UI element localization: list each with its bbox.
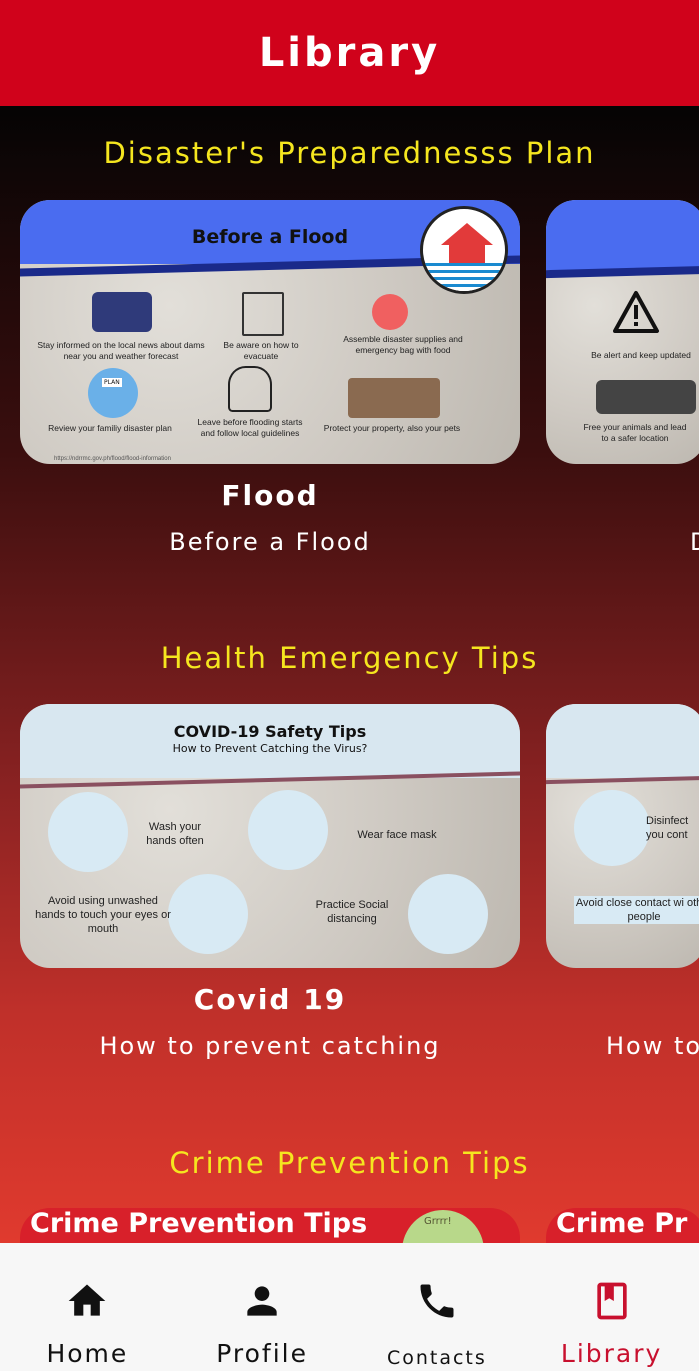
covid-image-heading: COVID-19 Safety Tips (173, 722, 367, 741)
tip-review-plan: Review your familiy disaster plan (48, 423, 172, 433)
crime-image-heading-2: Crime Pr (556, 1208, 688, 1239)
bottom-nav: Home Profile Contacts Library (0, 1243, 699, 1371)
tip-unwashed-hands: Avoid using unwashed hands to touch your… (35, 895, 171, 935)
card-subtitle-covid: How to prevent catching (99, 1032, 441, 1060)
crime-card-image[interactable]: Crime Prevention Tips Grrrr! (20, 1208, 520, 1243)
nav-label-contacts: Contacts (386, 1347, 487, 1369)
flood-card-2-image[interactable]: Be alert and keep updated Free your anim… (546, 200, 699, 464)
news-illustration-icon (92, 292, 152, 332)
face-mask-icon (248, 790, 328, 870)
card-2-header-band (546, 200, 699, 270)
covid-card-2-image[interactable]: Disinfect you cont Avoid close contact w… (546, 704, 699, 968)
disinfect-spray-icon (574, 790, 650, 866)
page-title: Library (258, 30, 441, 76)
nav-label-home: Home (46, 1339, 129, 1368)
tip-be-alert: Be alert and keep updated (591, 350, 691, 360)
tip-supplies: Assemble disaster supplies and emergency… (343, 334, 463, 355)
nav-item-home[interactable]: Home (0, 1243, 175, 1371)
tip-social-distancing: Practice Social distancing (315, 899, 389, 925)
tip-close-contact: Avoid close contact wi other people (574, 896, 699, 924)
home-icon (69, 1284, 106, 1316)
crime-card-2-image[interactable]: Crime Pr (546, 1208, 699, 1243)
flood-house-icon (420, 206, 508, 294)
nav-label-profile: Profile (216, 1339, 308, 1368)
warning-icon (613, 291, 659, 333)
supplies-parachute-icon (372, 294, 408, 330)
bookmark-book-icon (596, 1282, 627, 1320)
running-person-icon (228, 366, 272, 412)
card-2-covid-band (546, 704, 699, 778)
tip-face-mask: Wear face mask (357, 829, 437, 841)
card-subtitle-partial: D (690, 528, 699, 556)
card-subtitle-covid-partial: How to (606, 1032, 699, 1060)
card-title-covid: Covid 19 (193, 983, 347, 1016)
flood-card-image[interactable]: Before a Flood PLAN Stay informed on the… (20, 200, 520, 464)
house-property-icon (348, 378, 440, 418)
dog-badge-icon: Grrrr! (402, 1210, 484, 1243)
nav-item-contacts[interactable]: Contacts (350, 1243, 525, 1371)
library-content[interactable]: Disaster's Preparednesss Plan Before a F… (0, 106, 699, 1243)
boat-rescue-icon (596, 380, 696, 414)
section-title-disaster: Disaster's Preparednesss Plan (103, 136, 596, 170)
phone-icon (420, 1284, 454, 1318)
nav-label-library: Library (560, 1339, 663, 1368)
covid-card-image[interactable]: COVID-19 Safety Tips How to Prevent Catc… (20, 704, 520, 968)
tip-disinfect: Disinfect you cont (646, 815, 689, 841)
nav-item-library[interactable]: Library (524, 1243, 699, 1371)
handwash-icon (48, 792, 128, 872)
person-icon (247, 1286, 277, 1316)
image-source: https://ndrrmc.gov.ph/flood/flood-inform… (54, 456, 171, 462)
card-title-flood: Flood (221, 479, 319, 512)
disaster-plan-icon: PLAN (88, 368, 138, 418)
tip-evacuate: Be aware on how to evacuate (223, 340, 299, 361)
social-distance-icon (408, 874, 488, 954)
tip-leave-early: Leave before flooding starts and follow … (197, 417, 303, 438)
card-subtitle-flood: Before a Flood (169, 528, 371, 556)
tip-protect-property: Protect your property, also your pets (323, 423, 461, 433)
badge-text: Grrrr! (424, 1216, 452, 1227)
tip-wash-hands: Wash your hands often (146, 821, 204, 847)
plan-label: PLAN (102, 378, 122, 387)
covid-header-band (20, 704, 520, 778)
tip-free-animals: Free your animals and lead to a safer lo… (583, 422, 687, 443)
covid-image-subheading: How to Prevent Catching the Virus? (172, 742, 368, 755)
floorplan-icon (242, 292, 284, 336)
hands-icon (168, 874, 248, 954)
section-title-health: Health Emergency Tips (160, 641, 539, 675)
app-bar: Library (0, 0, 699, 106)
tip-stay-informed: Stay informed on the local news about da… (37, 340, 205, 361)
section-title-crime: Crime Prevention Tips (169, 1146, 530, 1180)
nav-item-profile[interactable]: Profile (175, 1243, 350, 1371)
crime-image-heading: Crime Prevention Tips (30, 1208, 368, 1239)
